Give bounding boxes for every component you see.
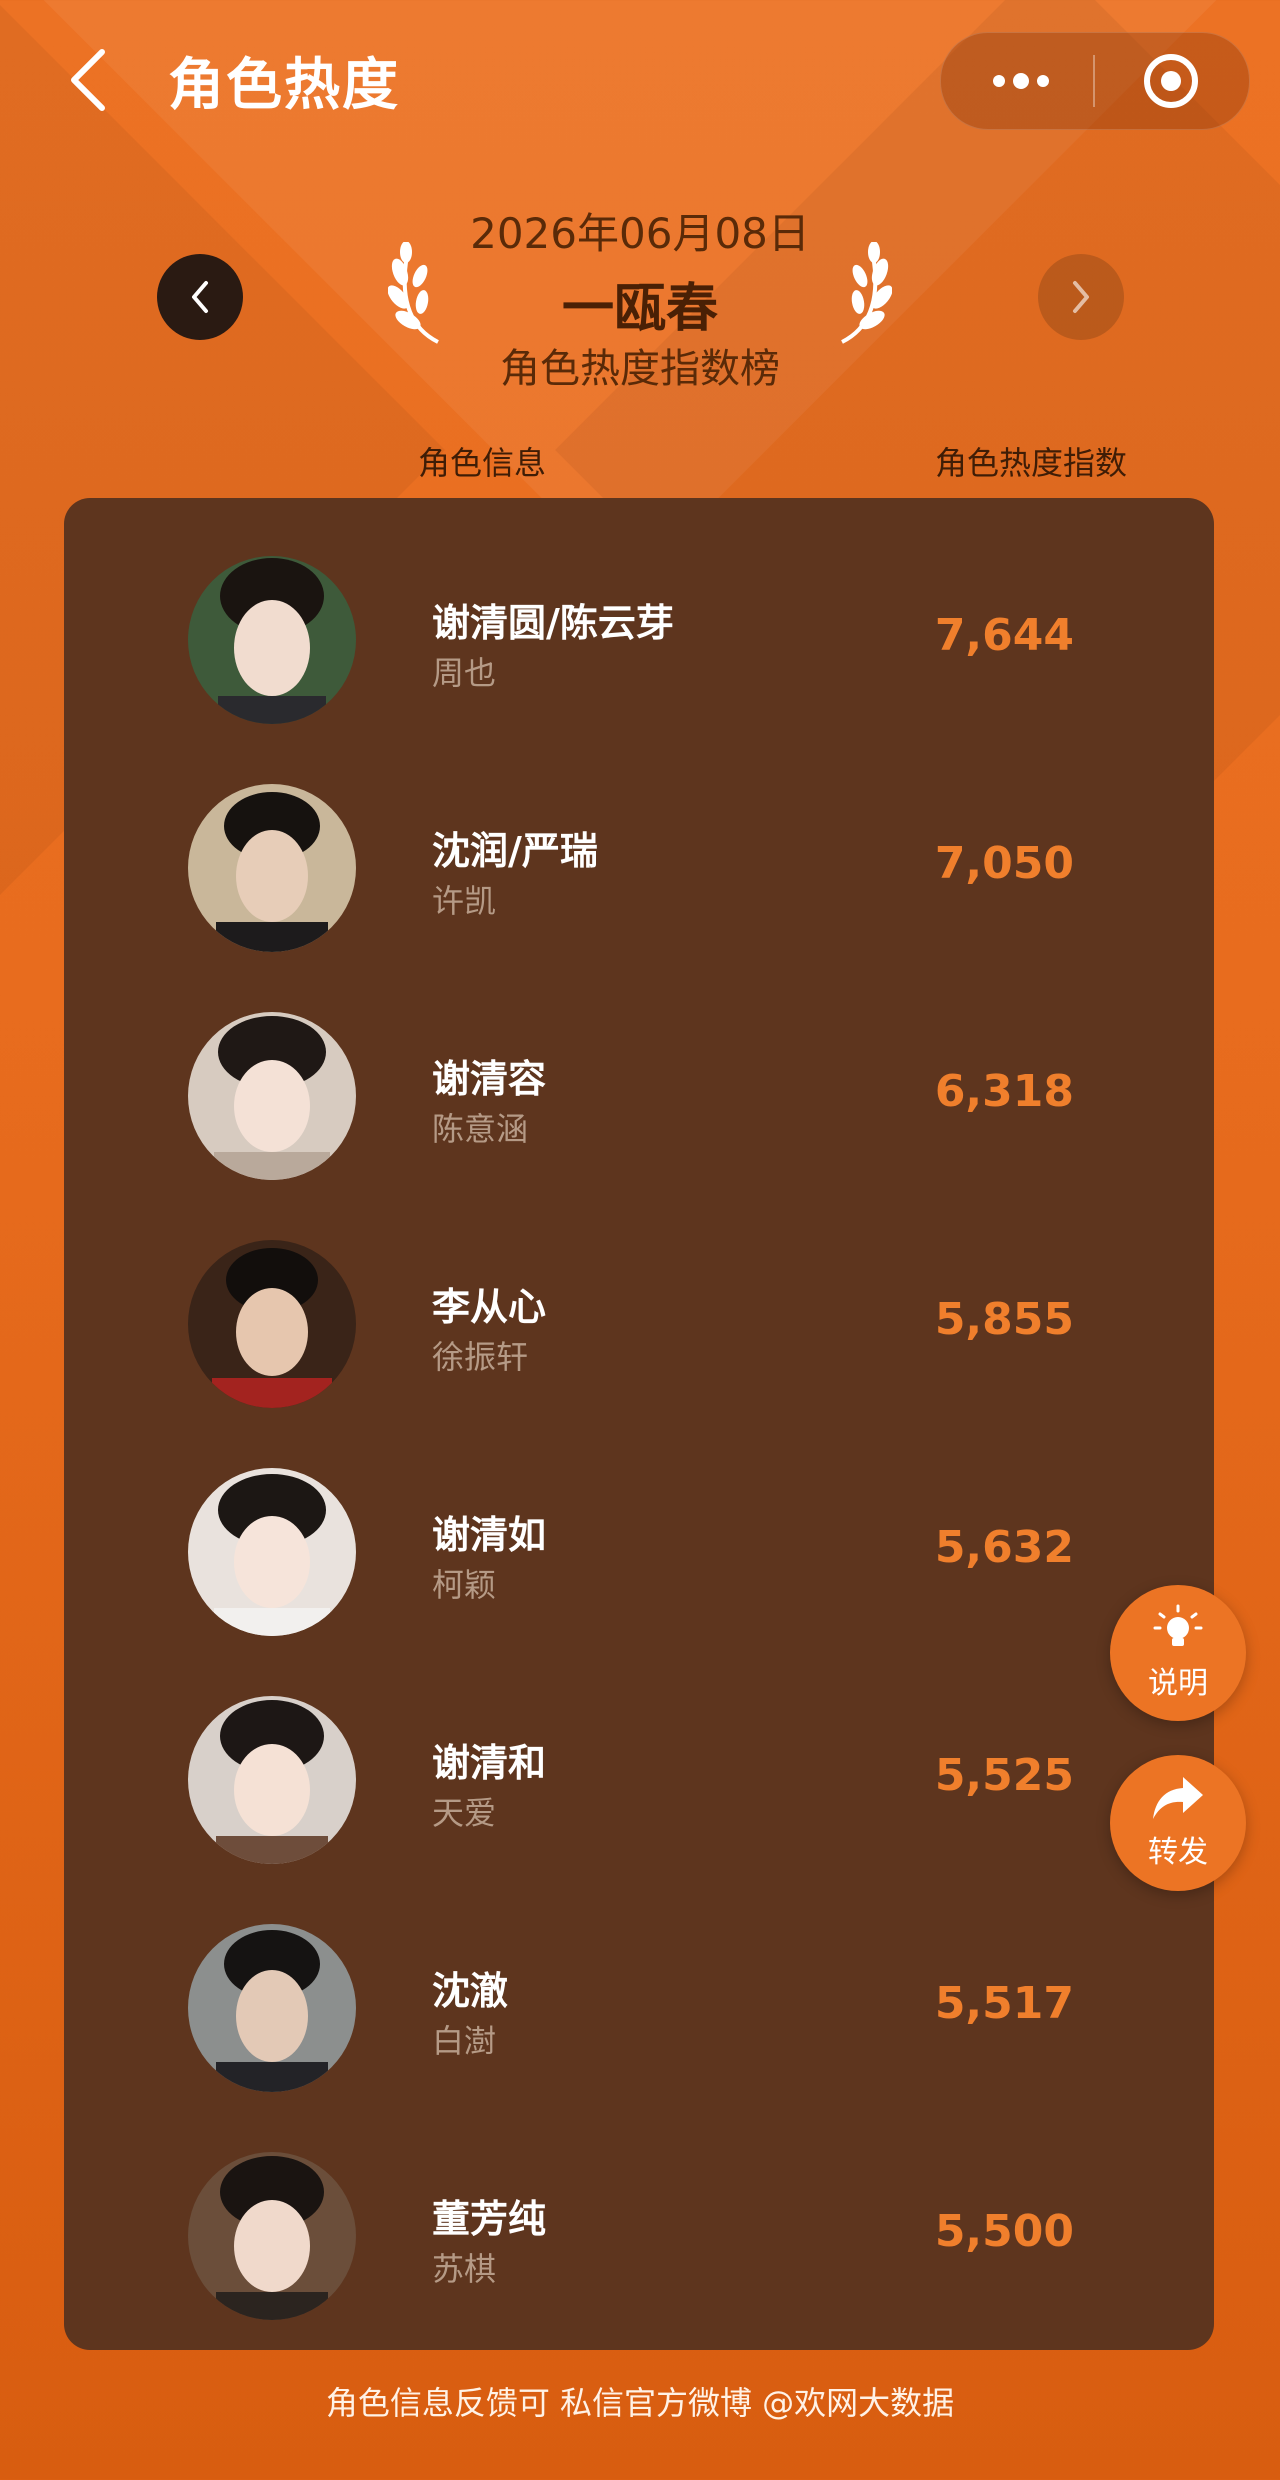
actor-name: 柯颖	[432, 1566, 497, 1604]
close-button[interactable]	[1141, 53, 1201, 109]
board-header: 2026年06月08日 一瓯春 角色热度指数榜	[0, 190, 1280, 392]
board-date: 2026年06月08日	[470, 209, 810, 258]
back-button[interactable]	[58, 45, 118, 115]
avatar	[188, 1696, 356, 1864]
role-name: 沈澈	[432, 1969, 509, 2013]
role-name: 董芳纯	[432, 2197, 547, 2241]
avatar	[188, 784, 356, 952]
role-name: 谢清和	[432, 1741, 547, 1785]
actor-name: 许凯	[432, 882, 497, 920]
heat-score: 7,644	[934, 610, 1074, 661]
role-name: 谢清容	[432, 1057, 547, 1101]
actor-name: 周也	[432, 654, 497, 692]
avatar	[188, 2152, 356, 2320]
role-name: 谢清如	[432, 1513, 547, 1557]
list-item[interactable]: 谢清圆/陈云芽 周也 7,644	[64, 542, 1214, 742]
list-item[interactable]: 谢清容 陈意涵 6,318	[64, 998, 1214, 1198]
avatar	[188, 556, 356, 724]
role-name: 谢清圆/陈云芽	[432, 601, 674, 645]
avatar	[188, 1240, 356, 1408]
more-dots-icon	[993, 75, 1005, 87]
page-title: 角色热度	[168, 53, 400, 118]
target-close-icon	[1144, 54, 1198, 108]
ranking-list: 谢清圆/陈云芽 周也 7,644 沈润/严瑞 许凯 7,050 谢清容 陈意涵 …	[64, 498, 1214, 2350]
capsule-divider	[1093, 55, 1095, 107]
avatar	[188, 1468, 356, 1636]
list-item[interactable]: 李从心 徐振轩 5,855	[64, 1226, 1214, 1426]
heat-score: 5,632	[934, 1522, 1074, 1573]
heat-score: 5,855	[934, 1294, 1074, 1345]
list-item[interactable]: 谢清和 天爱 5,525	[64, 1682, 1214, 1882]
top-bar: 角色热度	[0, 0, 1280, 160]
share-button[interactable]: 转发	[1110, 1755, 1246, 1891]
heat-score: 7,050	[934, 838, 1074, 889]
heat-score: 5,517	[934, 1978, 1074, 2029]
chevron-right-icon	[1073, 281, 1089, 313]
footer-note: 角色信息反馈可 私信官方微博 @欢网大数据	[325, 2384, 955, 2422]
avatar	[188, 1924, 356, 2092]
more-button[interactable]	[981, 53, 1061, 109]
explain-button[interactable]: 说明	[1110, 1585, 1246, 1721]
avatar	[188, 1012, 356, 1180]
role-name: 沈润/严瑞	[432, 829, 598, 873]
heat-score: 5,525	[934, 1750, 1074, 1801]
more-dots-icon	[1037, 75, 1049, 87]
lightbulb-icon	[1153, 1604, 1203, 1646]
board-title: 角色热度指数榜	[500, 346, 780, 392]
actor-name: 天爱	[432, 1794, 497, 1832]
column-header-index: 角色热度指数	[935, 444, 1128, 482]
share-label: 转发	[1148, 1835, 1208, 1870]
actor-name: 苏棋	[432, 2250, 497, 2288]
list-item[interactable]: 沈澈 白澍 5,517	[64, 1910, 1214, 2110]
chevron-left-icon	[71, 49, 105, 111]
share-arrow-icon	[1153, 1777, 1203, 1819]
list-item[interactable]: 沈润/严瑞 许凯 7,050	[64, 770, 1214, 970]
actor-name: 白澍	[432, 2022, 497, 2060]
more-dots-icon	[1013, 73, 1029, 89]
role-name: 李从心	[432, 1285, 547, 1329]
actor-name: 陈意涵	[432, 1110, 529, 1148]
heat-score: 5,500	[934, 2206, 1074, 2257]
actor-name: 徐振轩	[432, 1338, 529, 1376]
explain-label: 说明	[1148, 1666, 1208, 1701]
next-date-button[interactable]	[1038, 254, 1124, 340]
mini-program-capsule	[940, 32, 1250, 130]
list-item[interactable]: 谢清如 柯颖 5,632	[64, 1454, 1214, 1654]
column-header-info: 角色信息	[418, 444, 547, 482]
heat-score: 6,318	[934, 1066, 1074, 1117]
list-item[interactable]: 董芳纯 苏棋 5,500	[64, 2138, 1214, 2338]
